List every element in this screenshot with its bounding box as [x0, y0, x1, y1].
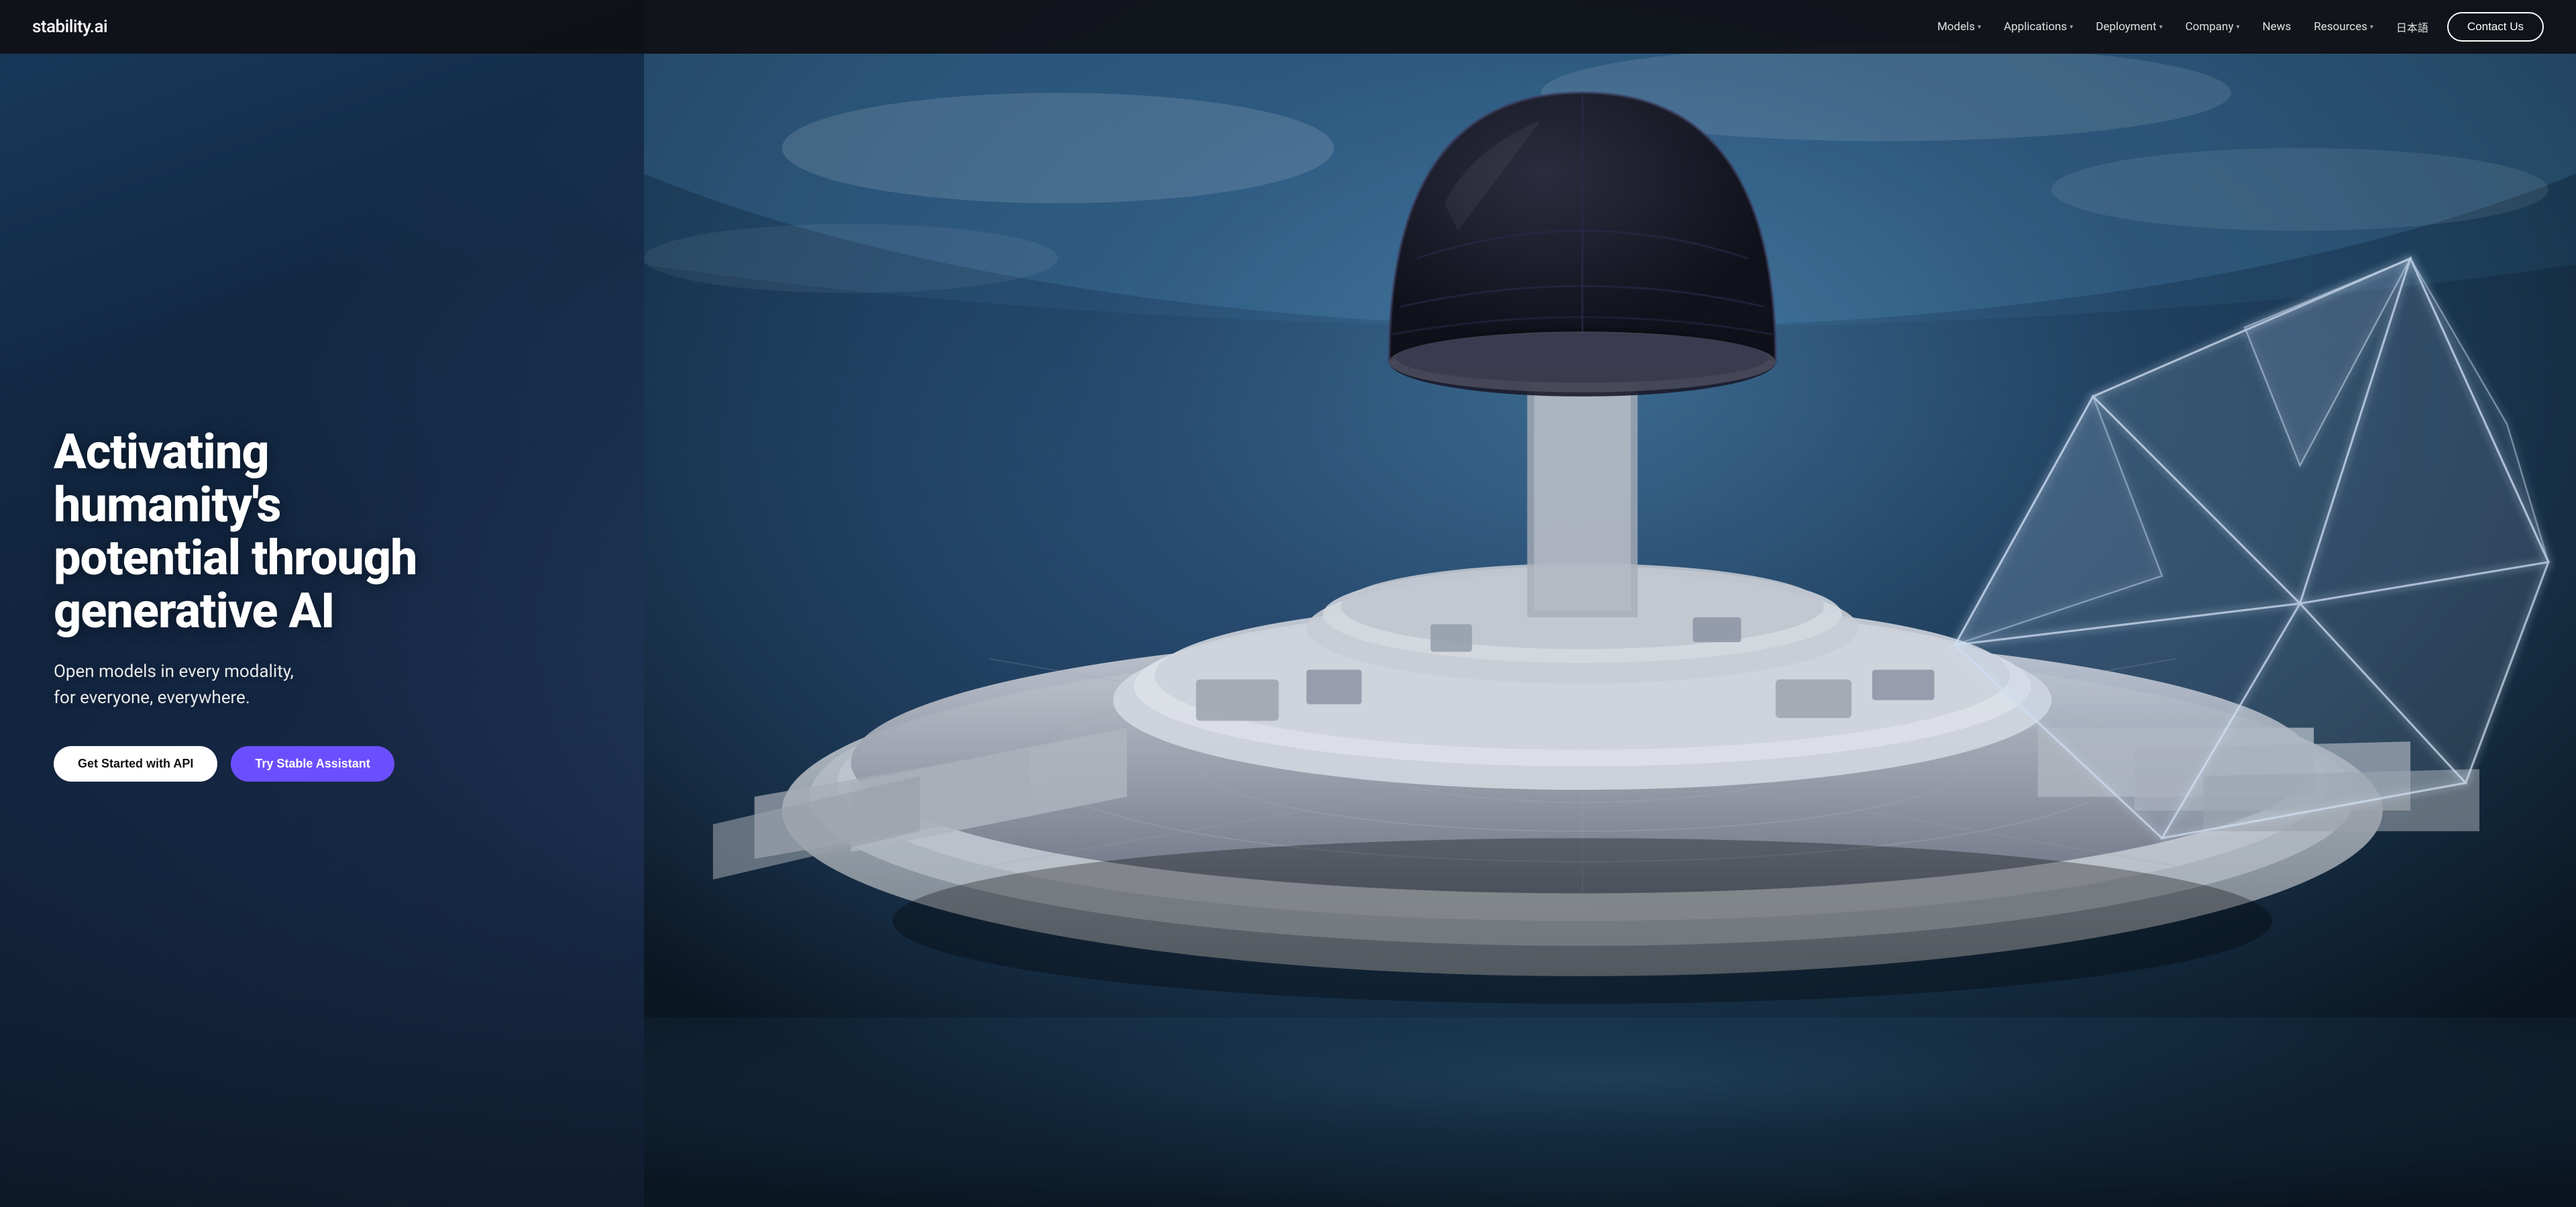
logo[interactable]: stability.ai	[32, 17, 107, 37]
hero-illustration	[644, 0, 2576, 1207]
hero-title: Activating humanity's potential through …	[54, 425, 470, 638]
chevron-down-icon: ▾	[1978, 23, 1981, 31]
chevron-down-icon: ▾	[2159, 23, 2163, 31]
chevron-down-icon: ▾	[2370, 23, 2373, 31]
chevron-down-icon: ▾	[2070, 23, 2073, 31]
nav-label-news: News	[2263, 20, 2292, 34]
nav-item-news[interactable]: News	[2253, 15, 2301, 39]
contact-us-button[interactable]: Contact Us	[2447, 12, 2544, 42]
navbar: stability.ai Models ▾ Applications ▾ Dep…	[0, 0, 2576, 54]
nav-label-resources: Resources	[2314, 20, 2367, 34]
try-stable-assistant-button[interactable]: Try Stable Assistant	[231, 746, 394, 782]
get-started-api-button[interactable]: Get Started with API	[54, 746, 217, 782]
nav-label-deployment: Deployment	[2096, 20, 2156, 34]
hero-content: Activating humanity's potential through …	[0, 0, 470, 1207]
hero-buttons: Get Started with API Try Stable Assistan…	[54, 746, 470, 782]
nav-item-resources[interactable]: Resources ▾	[2304, 15, 2383, 39]
nav-item-models[interactable]: Models ▾	[1928, 15, 1990, 39]
nav-label-models: Models	[1937, 20, 1975, 34]
nav-label-company: Company	[2186, 20, 2234, 34]
nav-item-applications[interactable]: Applications ▾	[1994, 15, 2082, 39]
hero-section: Activating humanity's potential through …	[0, 0, 2576, 1207]
nav-item-company[interactable]: Company ▾	[2176, 15, 2249, 39]
nav-item-japanese[interactable]: 日本語	[2387, 13, 2438, 40]
nav-item-deployment[interactable]: Deployment ▾	[2086, 15, 2171, 39]
hero-subtitle: Open models in every modality,for everyo…	[54, 659, 470, 711]
nav-label-applications: Applications	[2004, 20, 2067, 34]
logo-text: stability.ai	[32, 17, 107, 37]
nav-menu: Models ▾ Applications ▾ Deployment ▾ Com…	[1928, 12, 2544, 42]
chevron-down-icon: ▾	[2237, 23, 2240, 31]
